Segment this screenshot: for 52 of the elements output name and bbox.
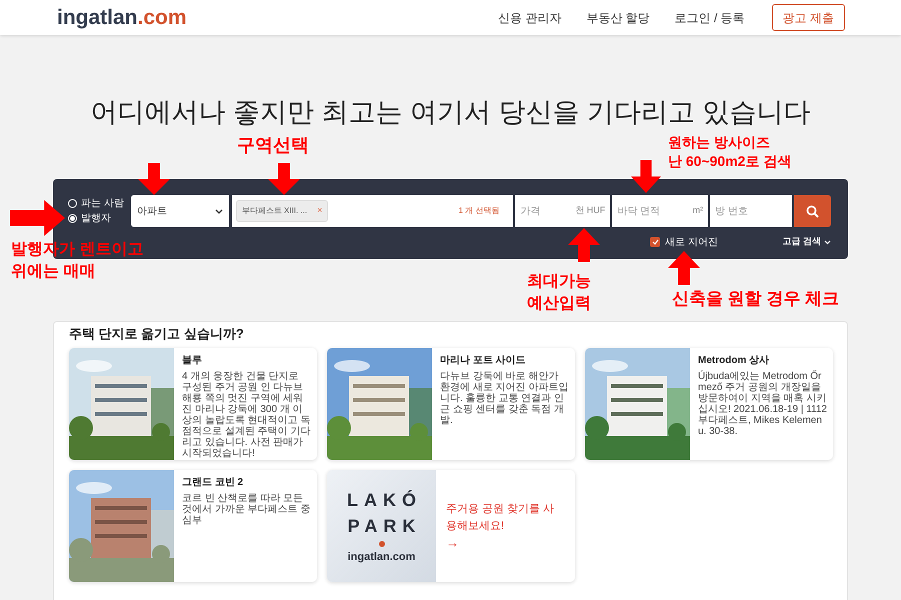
annotation-arrow — [138, 163, 170, 195]
annotation-arrow — [568, 228, 600, 262]
card-title: 그랜드 코빈 2 — [182, 476, 244, 489]
card-description: 코르 빈 산책로를 따라 모든 것에서 가까운 부다페스트 중심부 — [182, 493, 311, 526]
logo-text: LAKÓ — [346, 488, 422, 512]
logo-text: PARK — [346, 514, 422, 538]
annotation-text: 원하는 방사이즈 난 60~90m2로 검색 — [668, 133, 792, 171]
area-field[interactable]: 바닥 면적 m² — [612, 195, 708, 227]
card-description: Újbuda에있는 Metrodom Őrmező 주거 공원의 개장일을 방문하여이 지역을 매혹 시키십시오! 2021.06.18-19 | 1112 부다페스트, Mikes Kelemen u. 30-38. — [698, 371, 827, 437]
radio-label: 파는 사람 — [81, 198, 124, 210]
nav-link[interactable]: 부동산 할당 — [586, 8, 650, 26]
nav-link[interactable]: 로그인 / 등록 — [674, 8, 745, 26]
arrow-glyph: → — [446, 535, 460, 551]
property-type-select[interactable]: 아파트 — [130, 195, 229, 227]
card-description: 4 개의 웅장한 건물 단지로 구성된 주거 공원 인 다뉴브 해룡 쪽의 멋진 구역에 세워진 마리나 강둑에 300 개 이상의 놀랍도록 현대적이고 독점적으로 설계된 주택이 기다리고 있습니다. 사전 판매가 시작되었습니다! — [182, 371, 311, 459]
chevron-down-icon — [214, 208, 223, 214]
checkbox[interactable] — [650, 237, 660, 247]
chevron-down-icon — [824, 240, 831, 244]
headline: 어디에서나 좋지만 최고는 여기서 당신을 기다리고 있습니다 — [89, 96, 812, 129]
advanced-search-link[interactable]: 고급 검색 — [782, 235, 831, 249]
project-card[interactable]: 블루 4 개의 웅장한 건물 단지로 구성된 주거 공원 인 다뉴브 해룡 쪽의 멋진 구역에 세워진 마리나 강둑에 300 개 이상의 놀랍도록 현대적이고 독점적으로 설계된 주택이 기다리고 있습니다. 사전 판매가 시작되었습니다! — [69, 348, 317, 460]
checkbox-label: 새로 지어진 — [665, 236, 718, 250]
selected-count: 1 개 선택됨 — [458, 205, 500, 217]
radio-button[interactable] — [68, 199, 77, 208]
project-card[interactable]: LAKÓ PARK ingatlan.com 주거용 공원 찾기를 사용해보세요! → — [327, 470, 575, 582]
annotation-text: 최대가능 예산입력 — [527, 272, 591, 314]
price-field[interactable]: 가격 천 HUF — [515, 195, 610, 227]
nav-link[interactable]: 신용 관리자 — [498, 8, 562, 26]
search-button[interactable] — [794, 195, 831, 227]
card-title: 블루 — [182, 354, 203, 367]
annotation-arrow — [668, 251, 700, 285]
site-logo[interactable]: ingatlan.com — [57, 7, 187, 28]
card-description: 다뉴브 강둑에 바로 해안가 환경에 새로 지어진 아파트입니다. 훌륭한 교통 연결과 인근 쇼핑 센터를 갖춘 독점 개발. — [440, 371, 569, 426]
search-icon — [806, 204, 819, 218]
annotation-arrow — [10, 200, 65, 236]
post-ad-button[interactable]: 광고 제출 — [772, 4, 845, 31]
logo-site: ingatlan.com — [348, 550, 416, 565]
region-tag: 부다페스트 XIII. ... × — [236, 200, 328, 222]
region-field[interactable]: 부다페스트 XIII. ... × 1 개 선택됨 — [232, 195, 514, 227]
radio-button[interactable] — [68, 214, 77, 223]
project-card[interactable]: 그랜드 코빈 2 코르 빈 산책로를 따라 모든 것에서 가까운 부다페스트 중심부 — [69, 470, 317, 582]
project-card[interactable]: Metrodom 상사 Újbuda에있는 Metrodom Őrmező 주거 공원의 개장일을 방문하여이 지역을 매혹 시키십시오! 2021.06.18-19 | 1112 부다페스트, Mikes Kelemen u. 30-38. — [585, 348, 833, 460]
section-title: 주택 단지로 옮기고 싶습니까? — [69, 325, 245, 343]
annotation-text: 구역선택 — [237, 134, 309, 157]
radio-label: 발행자 — [81, 212, 111, 224]
annotation-text: 신축을 원할 경우 체크 — [672, 288, 840, 310]
card-title: 마리나 포트 사이드 — [440, 354, 527, 367]
card-title: Metrodom 상사 — [698, 354, 770, 367]
project-card[interactable]: 마리나 포트 사이드 다뉴브 강둑에 바로 해안가 환경에 새로 지어진 아파트입니다. 훌륭한 교통 연결과 인근 쇼핑 센터를 갖춘 독점 개발. — [327, 348, 575, 460]
annotation-arrow — [631, 160, 661, 193]
annotation-arrow — [268, 163, 300, 195]
promo-text: 주거용 공원 찾기를 사용해보세요! — [446, 502, 556, 534]
